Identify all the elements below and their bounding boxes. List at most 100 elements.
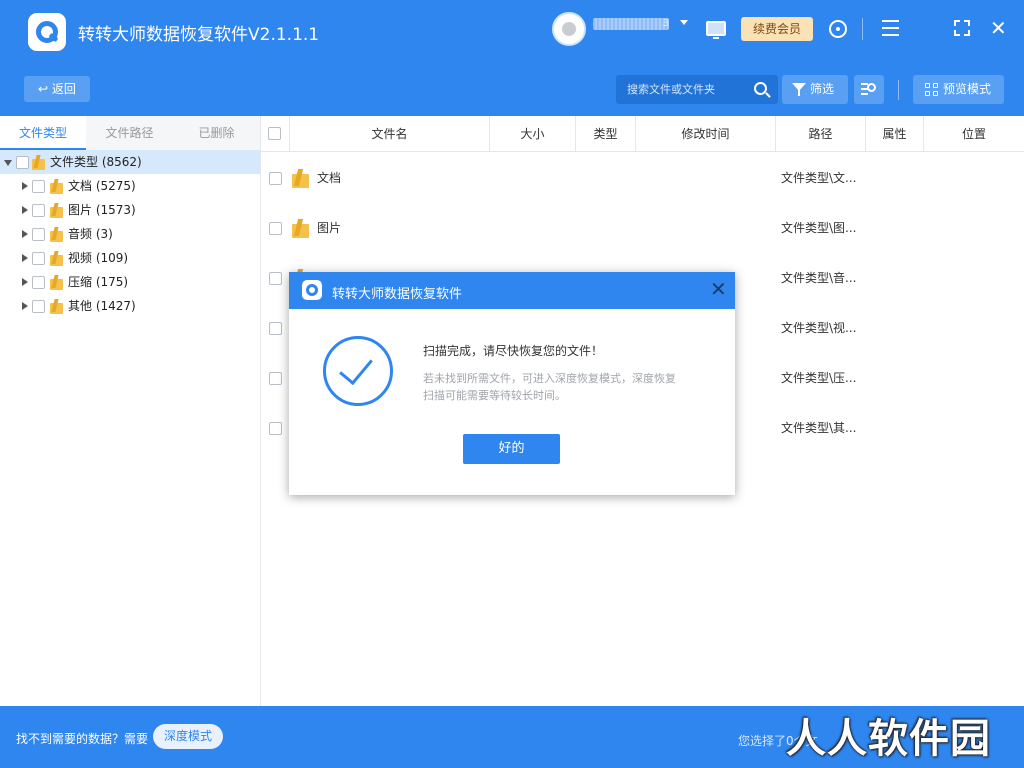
chevron-down-icon[interactable] (680, 20, 688, 25)
sidebar: 文件类型 文件路径 已删除 文件类型 (8562) 文档 (5275) 图片 (… (0, 116, 261, 706)
tab-deleted[interactable]: 已删除 (173, 116, 260, 150)
tree-item-video[interactable]: 视频 (109) (0, 246, 260, 270)
preview-mode-button[interactable]: 预览模式 (913, 75, 1004, 104)
row-path: 文件类型\压... (781, 371, 857, 385)
app-title: 转转大师数据恢复软件V2.1.1.1 (78, 25, 320, 45)
table-header: 文件名 大小 类型 修改时间 路径 属性 位置 (261, 116, 1024, 152)
tree-checkbox[interactable] (32, 228, 45, 241)
close-icon[interactable]: ✕ (990, 18, 1007, 38)
tree-checkbox[interactable] (32, 204, 45, 217)
folder-icon (50, 203, 63, 218)
user-avatar[interactable] (552, 12, 586, 46)
monitor-icon[interactable] (706, 21, 726, 39)
tree-checkbox[interactable] (32, 300, 45, 313)
renew-vip-button[interactable]: 续费会员 (741, 17, 813, 41)
row-checkbox[interactable] (269, 372, 282, 385)
tree-checkbox[interactable] (32, 180, 45, 193)
tree-checkbox[interactable] (32, 276, 45, 289)
search-icon[interactable] (754, 82, 767, 95)
tree-item-label: 视频 (109) (68, 251, 129, 265)
close-icon[interactable]: ✕ (710, 278, 727, 300)
tree-item-label: 其他 (1427) (68, 299, 136, 313)
tree-item-label: 压缩 (175) (68, 275, 129, 289)
folder-icon (32, 155, 45, 170)
sidebar-tabs: 文件类型 文件路径 已删除 (0, 116, 260, 150)
chevron-right-icon[interactable] (22, 278, 28, 286)
menu-icon[interactable] (882, 20, 899, 36)
column-header-modified[interactable]: 修改时间 (636, 116, 776, 152)
deep-mode-button[interactable]: 深度模式 (153, 724, 223, 749)
deep-mode-hint: 找不到需要的数据？需要 (16, 732, 149, 746)
divider (898, 80, 899, 100)
select-all-checkbox[interactable] (268, 127, 281, 140)
tree-item-label: 音频 (3) (68, 227, 113, 241)
tab-file-path[interactable]: 文件路径 (86, 116, 173, 150)
title-bar: 转转大师数据恢复软件V2.1.1.1 3 续费会员 ✕ (0, 0, 1024, 64)
tree-item-other[interactable]: 其他 (1427) (0, 294, 260, 318)
row-path: 文件类型\视... (781, 321, 857, 335)
folder-icon (50, 251, 63, 266)
folder-icon (50, 275, 63, 290)
column-header-location[interactable]: 位置 (924, 116, 1024, 152)
row-name: 图片 (317, 221, 342, 235)
app-logo-icon (28, 13, 66, 51)
row-path: 文件类型\其... (781, 421, 857, 435)
row-checkbox[interactable] (269, 222, 282, 235)
preview-label: 预览模式 (943, 82, 992, 96)
column-header-type[interactable]: 类型 (576, 116, 636, 152)
site-watermark: 人人软件园 (786, 716, 991, 762)
tree-item-label: 文档 (5275) (68, 179, 136, 193)
table-row[interactable]: 图片 文件类型\图... (261, 203, 1024, 253)
select-all-cell (261, 116, 290, 152)
row-path: 文件类型\图... (781, 221, 857, 235)
tree-checkbox[interactable] (16, 156, 29, 169)
scan-complete-dialog: 转转大师数据恢复软件 ✕ 扫描完成，请尽快恢复您的文件！ 若未找到所需文件，可进… (289, 272, 735, 495)
support-icon[interactable] (829, 20, 847, 38)
table-row[interactable]: 文档 文件类型\文... (261, 153, 1024, 203)
filter-icon (792, 83, 806, 96)
search-input[interactable] (616, 75, 750, 104)
column-header-path[interactable]: 路径 (776, 116, 866, 152)
chevron-right-icon[interactable] (22, 302, 28, 310)
scan-search-button[interactable] (854, 75, 884, 104)
tree-item-documents[interactable]: 文档 (5275) (0, 174, 260, 198)
username[interactable]: 3 (593, 18, 669, 30)
chevron-right-icon[interactable] (22, 182, 28, 190)
column-header-name[interactable]: 文件名 (290, 116, 490, 152)
row-checkbox[interactable] (269, 422, 282, 435)
back-button[interactable]: ↩ 返回 (24, 76, 90, 102)
tree-root[interactable]: 文件类型 (8562) (0, 150, 260, 174)
row-checkbox[interactable] (269, 172, 282, 185)
column-header-size[interactable]: 大小 (490, 116, 576, 152)
dialog-submessage: 若未找到所需文件，可进入深度恢复模式，深度恢复扫描可能需要等待较长时间。 (423, 372, 676, 402)
tree-item-archives[interactable]: 压缩 (175) (0, 270, 260, 294)
filter-button[interactable]: 筛选 (782, 75, 848, 104)
row-path: 文件类型\文... (781, 171, 857, 185)
divider (862, 18, 863, 40)
checkmark-icon (323, 336, 393, 406)
row-checkbox[interactable] (269, 322, 282, 335)
tree-item-images[interactable]: 图片 (1573) (0, 198, 260, 222)
toolbar: ↩ 返回 筛选 预览模式 (0, 64, 1024, 116)
grid-icon (925, 83, 939, 97)
chevron-right-icon[interactable] (22, 254, 28, 262)
tree-root-label: 文件类型 (8562) (50, 155, 142, 169)
app-logo-icon (302, 280, 322, 300)
row-name: 文档 (317, 171, 342, 185)
dialog-title: 转转大师数据恢复软件 (332, 287, 463, 302)
folder-icon (50, 299, 63, 314)
dialog-message: 扫描完成，请尽快恢复您的文件！ (423, 344, 604, 358)
tree-item-audio[interactable]: 音频 (3) (0, 222, 260, 246)
chevron-right-icon[interactable] (22, 230, 28, 238)
tab-file-type[interactable]: 文件类型 (0, 116, 86, 150)
row-checkbox[interactable] (269, 272, 282, 285)
folder-icon (292, 169, 309, 188)
row-path: 文件类型\音... (781, 271, 857, 285)
ok-button[interactable]: 好的 (463, 434, 560, 464)
column-header-attributes[interactable]: 属性 (866, 116, 924, 152)
dialog-header: 转转大师数据恢复软件 ✕ (289, 272, 735, 309)
chevron-down-icon[interactable] (4, 160, 12, 166)
maximize-icon[interactable] (954, 20, 970, 36)
chevron-right-icon[interactable] (22, 206, 28, 214)
tree-checkbox[interactable] (32, 252, 45, 265)
